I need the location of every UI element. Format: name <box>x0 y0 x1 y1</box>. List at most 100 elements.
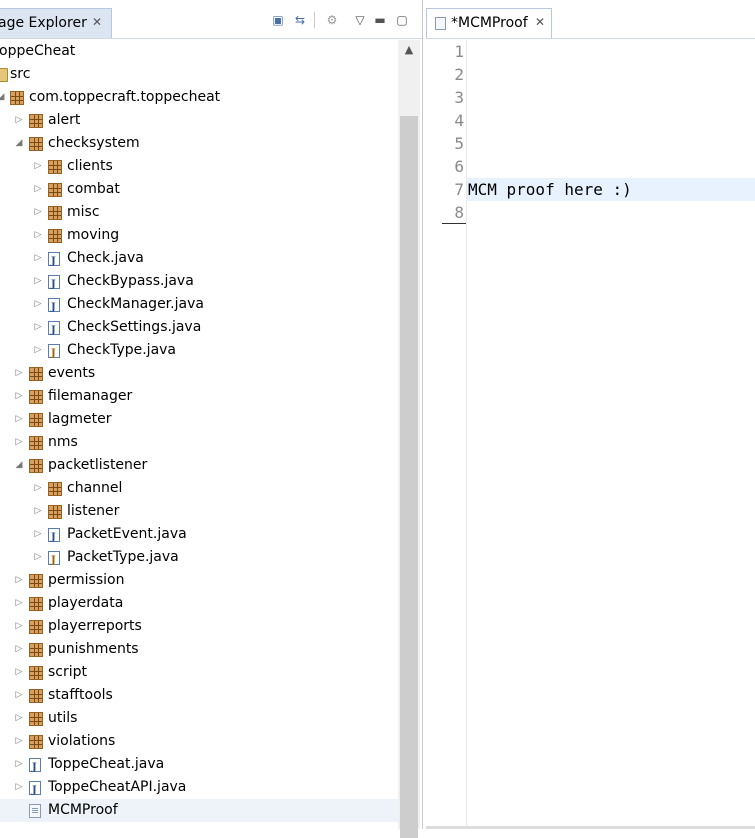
collapsed-twisty-icon[interactable]: ▷ <box>14 431 24 454</box>
tree-item[interactable]: ▷ events <box>0 362 398 385</box>
close-icon[interactable]: ✕ <box>92 15 102 29</box>
tree-item-label: packetlistener <box>48 457 148 473</box>
tree-item[interactable]: ▷ listener <box>0 500 398 523</box>
code-line[interactable] <box>468 86 755 109</box>
collapsed-twisty-icon[interactable]: ▷ <box>33 477 43 500</box>
tree-item[interactable]: ▷ playerdata <box>0 592 398 615</box>
collapsed-twisty-icon[interactable]: ▷ <box>14 684 24 707</box>
tree-item[interactable]: ▷ channel <box>0 477 398 500</box>
collapsed-twisty-icon[interactable]: ▷ <box>14 661 24 684</box>
tree-item[interactable]: ▷ lagmeter <box>0 408 398 431</box>
line-number: 8 <box>454 203 464 222</box>
collapsed-twisty-icon[interactable]: ▷ <box>14 385 24 408</box>
collapsed-twisty-icon[interactable]: ▷ <box>33 500 43 523</box>
collapsed-twisty-icon[interactable]: ▷ <box>14 592 24 615</box>
collapsed-twisty-icon[interactable]: ▷ <box>14 638 24 661</box>
collapsed-twisty-icon[interactable]: ▷ <box>33 224 43 247</box>
source-folder-icon <box>0 68 8 82</box>
tree-item[interactable]: ▷ J CheckBypass.java <box>0 270 398 293</box>
tree-item[interactable]: ▷ J Check.java <box>0 247 398 270</box>
line-number-gutter: 1 2 3 4 5 6 7 8 <box>426 40 467 829</box>
package-icon <box>48 505 62 519</box>
collapsed-twisty-icon[interactable]: ▷ <box>14 615 24 638</box>
tree-item[interactable]: ▷ punishments <box>0 638 398 661</box>
tree-item[interactable]: ▷ permission <box>0 569 398 592</box>
tree-item-label: punishments <box>48 641 139 657</box>
collapsed-twisty-icon[interactable]: ▷ <box>33 155 43 178</box>
tree-item[interactable]: ▷ J CheckType.java <box>0 339 398 362</box>
tree-item[interactable]: ◢ checksystem <box>0 132 398 155</box>
tree-item[interactable]: ▷ combat <box>0 178 398 201</box>
java-file-icon: J <box>48 298 60 313</box>
tree-item[interactable]: ▷ nms <box>0 431 398 454</box>
collapsed-twisty-icon[interactable]: ▷ <box>33 339 43 362</box>
collapsed-twisty-icon[interactable]: ▷ <box>33 316 43 339</box>
editor-tab[interactable]: *MCMProof ✕ <box>426 8 552 38</box>
tree-item[interactable]: ▷ misc <box>0 201 398 224</box>
tree-item[interactable]: ▷ alert <box>0 109 398 132</box>
code-line[interactable] <box>468 155 755 178</box>
code-line[interactable] <box>468 109 755 132</box>
maximize-icon[interactable]: ▢ <box>394 12 410 28</box>
tree-item-label: filemanager <box>48 388 133 404</box>
code-line[interactable] <box>468 40 755 63</box>
package-icon <box>48 206 62 220</box>
focus-icon[interactable]: ⚙ <box>324 12 340 28</box>
tree-item[interactable]: src <box>0 63 398 86</box>
expanded-twisty-icon[interactable]: ◢ <box>14 132 24 155</box>
tree-item[interactable]: ▷ J PacketType.java <box>0 546 398 569</box>
package-explorer-tab[interactable]: age Explorer ✕ <box>0 8 112 38</box>
tree-item-label: oppeCheat <box>0 43 76 59</box>
collapsed-twisty-icon[interactable]: ▷ <box>33 293 43 316</box>
collapsed-twisty-icon[interactable]: ▷ <box>14 569 24 592</box>
code-line[interactable] <box>468 201 755 224</box>
collapsed-twisty-icon[interactable]: ▷ <box>33 270 43 293</box>
expanded-twisty-icon[interactable]: ◢ <box>14 454 24 477</box>
collapsed-twisty-icon[interactable]: ▷ <box>33 523 43 546</box>
close-icon[interactable]: ✕ <box>535 15 545 29</box>
tree-item[interactable]: ▷ J ToppeCheat.java <box>0 753 398 776</box>
collapsed-twisty-icon[interactable]: ▷ <box>33 247 43 270</box>
tree-item[interactable]: ▷ moving <box>0 224 398 247</box>
link-with-editor-icon[interactable]: ⇆ <box>292 12 308 28</box>
collapsed-twisty-icon[interactable]: ▷ <box>33 201 43 224</box>
tree-item[interactable]: ▷ violations <box>0 730 398 753</box>
minimize-icon[interactable]: ▬ <box>372 12 388 28</box>
code-line[interactable] <box>468 132 755 155</box>
tree-item[interactable]: ▷ filemanager <box>0 385 398 408</box>
tree-item[interactable]: ▷ utils <box>0 707 398 730</box>
tree-item[interactable]: MCMProof <box>0 799 398 822</box>
tree-item[interactable]: ▷ script <box>0 661 398 684</box>
collapsed-twisty-icon[interactable]: ▷ <box>33 178 43 201</box>
collapsed-twisty-icon[interactable]: ▷ <box>33 546 43 569</box>
expanded-twisty-icon[interactable]: ◢ <box>0 86 6 109</box>
tree-item-label: nms <box>48 434 78 450</box>
collapsed-twisty-icon[interactable]: ▷ <box>14 753 24 776</box>
code-line[interactable]: MCM proof here :) <box>468 178 755 201</box>
tree-item[interactable]: oppeCheat <box>0 40 398 63</box>
collapsed-twisty-icon[interactable]: ▷ <box>14 776 24 799</box>
package-tree[interactable]: oppeCheat src ◢ com.toppecraft.toppecheat ▷ a… <box>0 40 398 829</box>
editor-panel: *MCMProof ✕ 1 2 3 4 5 6 7 8 MCM proof here :) <box>426 0 755 829</box>
scrollbar-thumb[interactable] <box>400 116 418 838</box>
tree-item[interactable]: ◢ packetlistener <box>0 454 398 477</box>
tree-item[interactable]: ▷ J CheckManager.java <box>0 293 398 316</box>
collapsed-twisty-icon[interactable]: ▷ <box>14 362 24 385</box>
scroll-up-icon[interactable]: ▲ <box>398 40 420 60</box>
collapsed-twisty-icon[interactable]: ▷ <box>14 707 24 730</box>
collapse-all-icon[interactable]: ▣ <box>270 12 286 28</box>
tree-item[interactable]: ▷ J CheckSettings.java <box>0 316 398 339</box>
collapsed-twisty-icon[interactable]: ▷ <box>14 730 24 753</box>
tree-item[interactable]: ▷ playerreports <box>0 615 398 638</box>
vertical-scrollbar[interactable]: ▲ <box>398 40 420 838</box>
tree-item[interactable]: ▷ stafftools <box>0 684 398 707</box>
collapsed-twisty-icon[interactable]: ▷ <box>14 408 24 431</box>
tree-item[interactable]: ▷ clients <box>0 155 398 178</box>
tree-item[interactable]: ▷ J PacketEvent.java <box>0 523 398 546</box>
view-menu-icon[interactable]: ▽ <box>352 12 368 28</box>
collapsed-twisty-icon[interactable]: ▷ <box>14 109 24 132</box>
tree-item-label: moving <box>67 227 120 243</box>
tree-item[interactable]: ▷ J ToppeCheatAPI.java <box>0 776 398 799</box>
code-line[interactable] <box>468 63 755 86</box>
tree-item[interactable]: ◢ com.toppecraft.toppecheat <box>0 86 398 109</box>
